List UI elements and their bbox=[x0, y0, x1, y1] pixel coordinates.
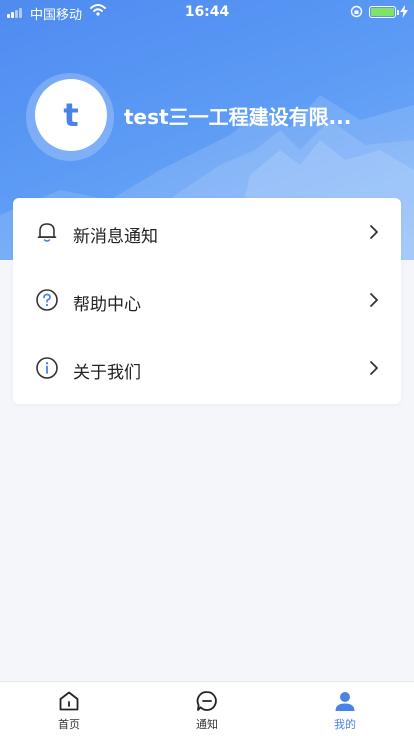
info-circle-icon bbox=[36, 357, 58, 379]
chevron-right-icon bbox=[370, 225, 378, 239]
rotation-lock-icon bbox=[350, 5, 363, 18]
message-icon bbox=[196, 691, 217, 711]
tab-notifications[interactable]: 通知 bbox=[138, 682, 276, 736]
menu-item-label: 关于我们 bbox=[73, 363, 141, 383]
tab-bar: 首页 通知 我的 bbox=[0, 681, 414, 736]
tab-label: 首页 bbox=[58, 718, 80, 731]
bell-icon bbox=[37, 223, 57, 242]
menu-item-label: 新消息通知 bbox=[73, 227, 158, 247]
user-icon bbox=[335, 692, 355, 711]
chevron-right-icon bbox=[370, 361, 378, 375]
menu-item-help[interactable]: 帮助中心 bbox=[13, 266, 401, 334]
status-bar: 中国移动 16:44 bbox=[0, 0, 414, 24]
tab-label: 我的 bbox=[334, 718, 356, 731]
question-circle-icon bbox=[36, 289, 58, 311]
charging-icon bbox=[400, 5, 408, 18]
tab-home[interactable]: 首页 bbox=[0, 682, 138, 736]
menu-card: 新消息通知 帮助中心 关于我们 bbox=[13, 198, 401, 404]
battery-icon bbox=[369, 6, 399, 18]
avatar[interactable]: t bbox=[35, 79, 107, 151]
menu-item-notifications[interactable]: 新消息通知 bbox=[13, 198, 401, 266]
menu-item-about[interactable]: 关于我们 bbox=[13, 334, 401, 402]
menu-item-label: 帮助中心 bbox=[73, 295, 141, 315]
home-icon bbox=[59, 691, 79, 711]
tab-label: 通知 bbox=[196, 718, 218, 731]
company-name: test三一工程建设有限... bbox=[124, 105, 352, 129]
tab-mine[interactable]: 我的 bbox=[276, 682, 414, 736]
chevron-right-icon bbox=[370, 293, 378, 307]
